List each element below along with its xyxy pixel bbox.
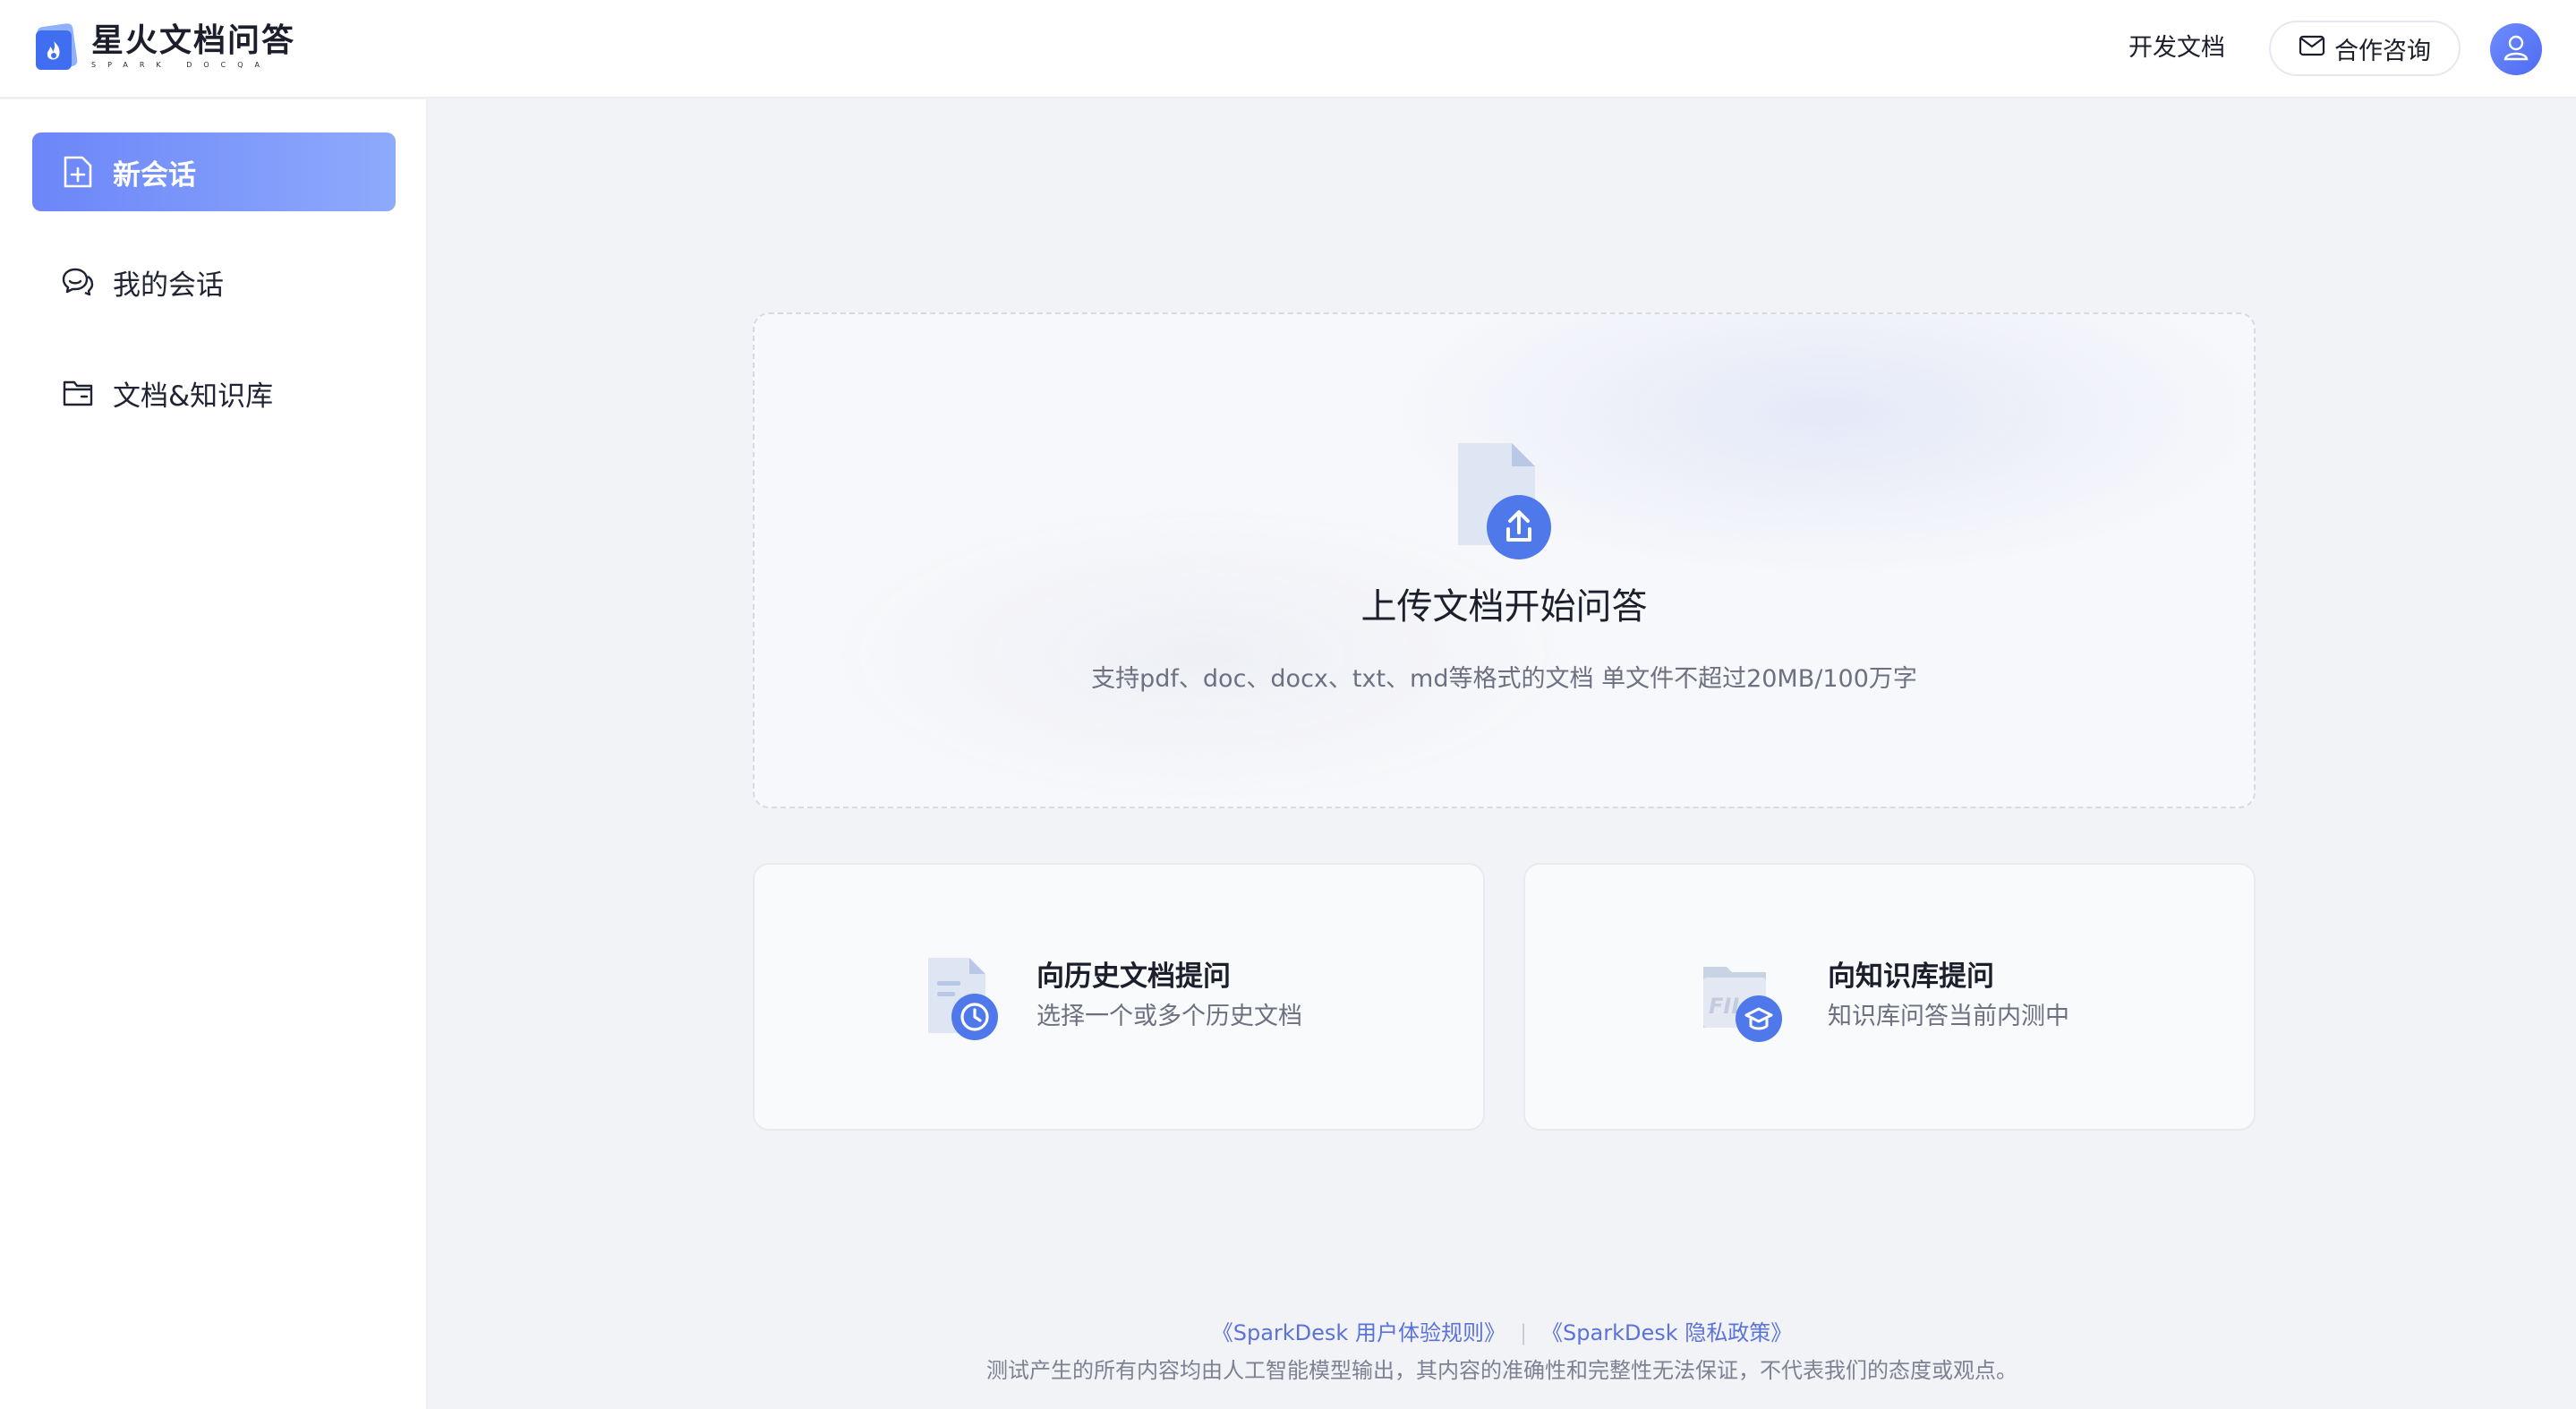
history-card-description: 选择一个或多个历史文档 (1036, 1003, 1302, 1030)
mail-icon (2299, 35, 2325, 63)
privacy-link[interactable]: 《SparkDesk 隐私政策》 (1541, 1320, 1792, 1345)
sidebar-item-docs-knowledge[interactable]: 文档&知识库 (32, 354, 396, 432)
history-card-title: 向历史文档提问 (1036, 961, 1231, 993)
upload-title: 上传文档开始问答 (1361, 586, 1648, 628)
sidebar-item-label: 我的会话 (113, 269, 224, 302)
knowledge-base-card[interactable]: FILE 向知识库提问 知识库问答当前内测中 (1523, 863, 2256, 1131)
logo-title: 星火文档问答 (91, 22, 296, 59)
history-docs-card[interactable]: 向历史文档提问 选择一个或多个历史文档 (753, 863, 1485, 1131)
app-logo[interactable]: 星火文档问答 SPARK DOCQA (34, 21, 295, 72)
upload-dropzone[interactable]: 上传文档开始问答 支持pdf、doc、docx、txt、md等格式的文档 单文件… (753, 312, 2256, 808)
sidebar-item-my-chats[interactable]: 我的会话 (32, 243, 396, 321)
history-document-icon (925, 954, 1007, 1044)
footer-disclaimer: 测试产生的所有内容均由人工智能模型输出，其内容的准确性和完整性无法保证，不代表我… (986, 1358, 2017, 1383)
user-avatar[interactable] (2490, 23, 2542, 75)
terms-link[interactable]: 《SparkDesk 用户体验规则》 (1212, 1320, 1506, 1345)
sidebar-item-label: 文档&知识库 (113, 380, 274, 413)
dev-docs-link[interactable]: 开发文档 (2128, 30, 2225, 66)
folder-icon (61, 376, 95, 410)
upload-description: 支持pdf、doc、docx、txt、md等格式的文档 单文件不超过20MB/1… (1091, 665, 1917, 693)
sidebar: 新会话 我的会话 文档&知识库 (0, 99, 428, 1409)
footer-separator: | (1519, 1320, 1528, 1345)
new-document-icon (61, 155, 95, 189)
contact-button[interactable]: 合作咨询 (2269, 21, 2461, 76)
sidebar-item-new-chat[interactable]: 新会话 (32, 132, 396, 211)
upload-document-icon (1453, 440, 1551, 565)
sidebar-item-label: 新会话 (113, 158, 196, 192)
chat-bubbles-icon (61, 265, 95, 299)
user-icon (2502, 33, 2530, 65)
knowledge-card-description: 知识库问答当前内测中 (1828, 1003, 2069, 1030)
logo-subtitle: SPARK DOCQA (91, 61, 272, 69)
spark-logo-icon (34, 21, 79, 72)
contact-label: 合作咨询 (2334, 37, 2431, 65)
knowledge-folder-icon: FILE (1700, 954, 1782, 1044)
knowledge-card-title: 向知识库提问 (1828, 961, 1994, 993)
footer-links: 《SparkDesk 用户体验规则》 | 《SparkDesk 隐私政策》 (428, 1318, 2576, 1348)
top-header: 星火文档问答 SPARK DOCQA 开发文档 合作咨询 (0, 0, 2576, 98)
